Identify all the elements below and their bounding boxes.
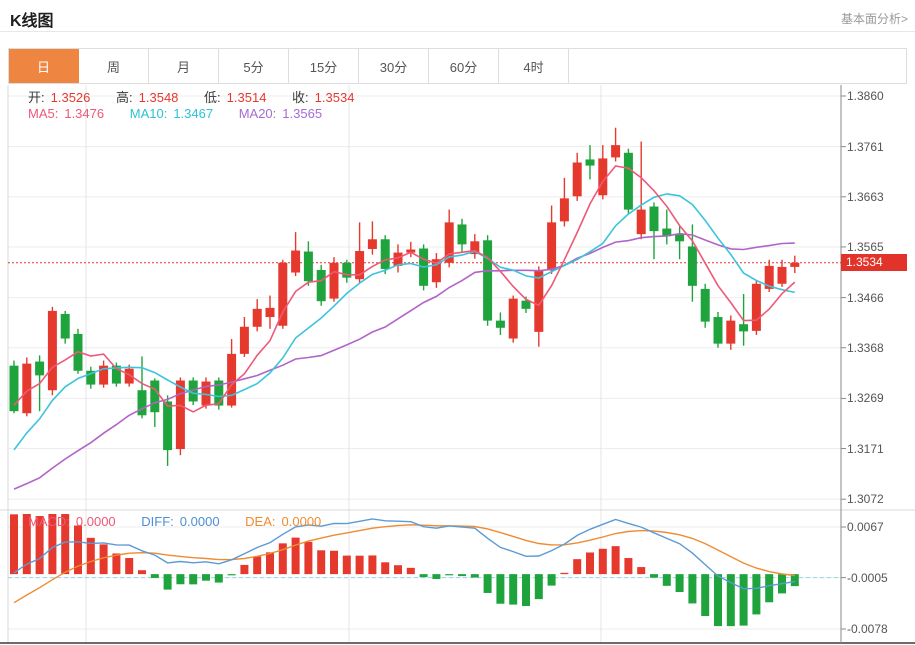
price-tick-label: 1.3171 [847, 442, 911, 456]
macd-tick-label: -0.0078 [847, 622, 911, 636]
price-tick-label: 1.3269 [847, 391, 911, 405]
price-tick-label: 1.3663 [847, 190, 911, 204]
open-label: 开: [28, 90, 45, 105]
price-tick-label: 1.3860 [847, 89, 911, 103]
price-tick-label: 1.3761 [847, 140, 911, 154]
current-price-badge: 1.3534 [841, 254, 907, 271]
high-label: 高: [116, 90, 133, 105]
ma5-label: MA5: [28, 106, 58, 121]
high-value: 1.3548 [139, 90, 179, 105]
macd-tick-label: 0.0067 [847, 520, 911, 534]
price-tick-label: 1.3466 [847, 291, 911, 305]
ma-readout: MA5: 1.3476 MA10: 1.3467 MA20: 1.3565 [28, 106, 328, 121]
diff-label: DIFF: [141, 514, 174, 529]
diff-value: 0.0000 [180, 514, 220, 529]
ma5-value: 1.3476 [64, 106, 104, 121]
dea-label: DEA: [245, 514, 275, 529]
price-tick-label: 1.3072 [847, 492, 911, 506]
low-value: 1.3514 [227, 90, 267, 105]
price-tick-label: 1.3368 [847, 341, 911, 355]
ma20-label: MA20: [239, 106, 277, 121]
close-value: 1.3534 [315, 90, 355, 105]
low-label: 低: [204, 90, 221, 105]
dea-value: 0.0000 [282, 514, 322, 529]
macd-readout: MACD: 0.0000 DIFF: 0.0000 DEA: 0.0000 [28, 514, 327, 529]
ma10-value: 1.3467 [173, 106, 213, 121]
open-value: 1.3526 [51, 90, 91, 105]
macd-label: MACD: [28, 514, 70, 529]
macd-value: 0.0000 [76, 514, 116, 529]
ohlc-readout: 开: 1.3526 高: 1.3548 低: 1.3514 收: 1.3534 [28, 87, 360, 106]
ma10-label: MA10: [130, 106, 168, 121]
ma20-value: 1.3565 [282, 106, 322, 121]
macd-tick-label: -0.0005 [847, 571, 911, 585]
price-tick-label: 1.3565 [847, 240, 911, 254]
close-label: 收: [292, 90, 309, 105]
